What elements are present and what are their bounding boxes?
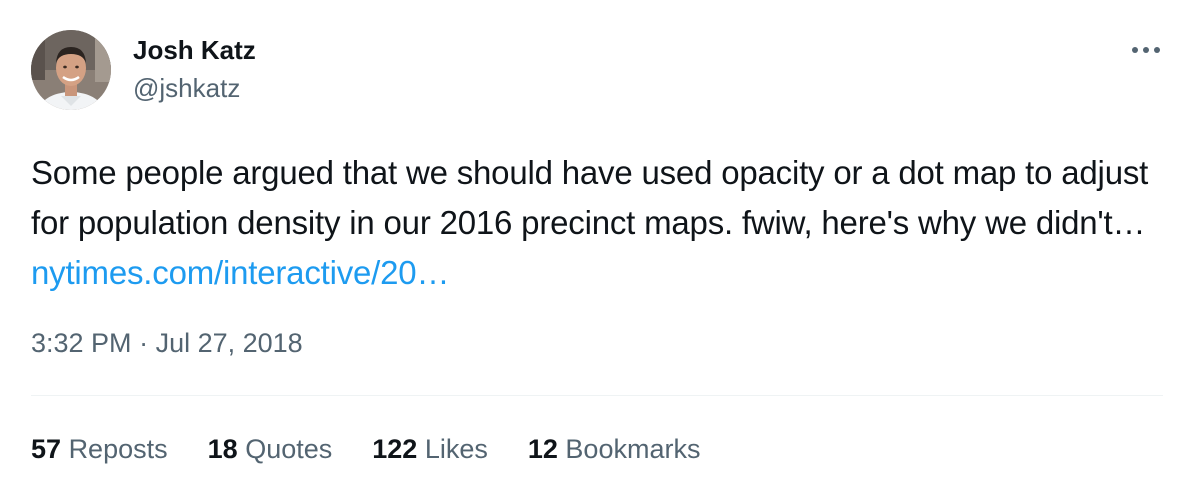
avatar-image [31, 30, 111, 110]
tweet-text: Some people argued that we should have u… [31, 154, 1149, 241]
tweet-card: Josh Katz @jshkatz Some people argued th… [0, 0, 1190, 496]
more-options-icon [1132, 47, 1160, 53]
likes-count: 122 [372, 434, 418, 464]
quotes-label: Quotes [245, 434, 333, 464]
quotes-count: 18 [207, 434, 238, 464]
more-options-button[interactable] [1126, 34, 1166, 66]
stat-quotes[interactable]: 18 Quotes [208, 431, 333, 467]
author-info: Josh Katz @jshkatz [133, 34, 256, 104]
bookmarks-count: 12 [527, 434, 558, 464]
stat-bookmarks[interactable]: 12 Bookmarks [528, 431, 701, 467]
reposts-count: 57 [31, 434, 62, 464]
stat-reposts[interactable]: 57 Reposts [31, 431, 168, 467]
timestamp-separator: · [131, 328, 156, 358]
tweet-link[interactable]: nytimes.com/interactive/20… [31, 254, 449, 291]
bookmarks-label: Bookmarks [565, 434, 701, 464]
engagement-stats: 57 Reposts 18 Quotes 122 Likes 12 Bookma… [31, 431, 740, 467]
tweet-time[interactable]: 3:32 PM [31, 328, 132, 358]
tweet-body: Some people argued that we should have u… [31, 148, 1171, 298]
tweet-timestamp: 3:32 PM · Jul 27, 2018 [31, 325, 303, 361]
user-handle[interactable]: @jshkatz [133, 72, 256, 104]
reposts-label: Reposts [68, 434, 168, 464]
avatar[interactable] [31, 30, 111, 110]
display-name[interactable]: Josh Katz [133, 34, 256, 66]
divider [31, 395, 1163, 396]
likes-label: Likes [424, 434, 488, 464]
stat-likes[interactable]: 122 Likes [372, 431, 488, 467]
tweet-date[interactable]: Jul 27, 2018 [156, 328, 303, 358]
